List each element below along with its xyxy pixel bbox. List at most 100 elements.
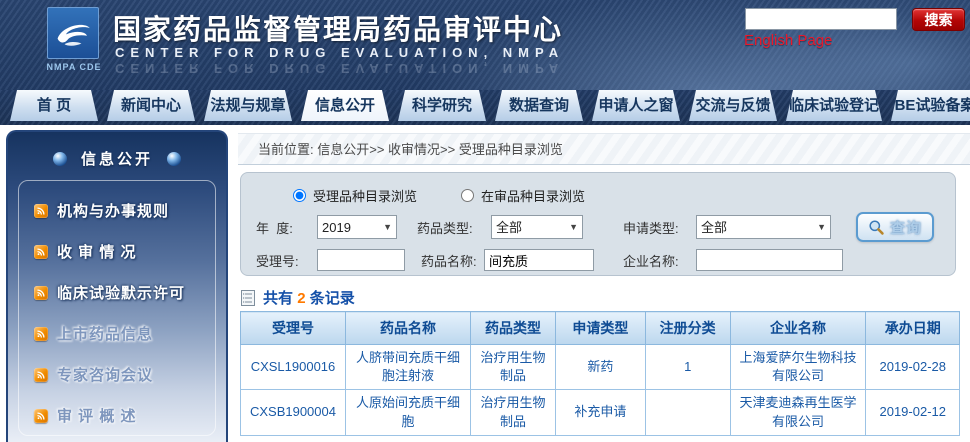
rss-icon <box>34 409 48 423</box>
query-button[interactable]: 查询 <box>856 212 934 242</box>
sidebar-item-label: 收 审 情 况 <box>57 241 137 262</box>
year-label: 年 度: <box>256 218 317 237</box>
table-header-cell: 企业名称 <box>730 312 866 345</box>
cell-drug-name: 人原始间充质干细胞 <box>345 390 470 435</box>
table-header-cell: 承办日期 <box>866 312 960 345</box>
sidebar-item[interactable]: 收 审 情 况 <box>19 231 215 272</box>
cell-reg-class: 1 <box>645 345 730 390</box>
nav-tab-label: 临床试验登记 <box>789 97 879 114</box>
sidebar-item-label: 临床试验默示许可 <box>57 282 185 303</box>
cell-drug-type: 治疗用生物制品 <box>471 390 556 435</box>
sidebar-menu: 机构与办事规则 收 审 情 况 <box>18 180 216 436</box>
sidebar: 信息公开 机构与办事规则 <box>6 130 228 442</box>
nav-tab[interactable]: 临床试验登记 <box>786 90 882 121</box>
apply-type-select-wrap: 全部 <box>696 215 831 239</box>
nav-tab[interactable]: 交流与反馈 <box>689 90 777 121</box>
table-row[interactable]: CXSB1900004 人原始间充质干细胞 治疗用生物制品 补充申请 天津麦迪森… <box>241 390 960 435</box>
cell-date: 2019-02-12 <box>866 390 960 435</box>
sidebar-item-label: 审 评 概 述 <box>57 405 137 426</box>
drug-name-input[interactable] <box>484 249 594 271</box>
rss-icon <box>34 286 48 300</box>
records-prefix: 共有 <box>263 290 293 307</box>
records-suffix: 条记录 <box>310 290 355 307</box>
cell-acceptance-no: CXSB1900004 <box>241 390 346 435</box>
nav-tab-label: BE试验备案平台 <box>895 97 970 114</box>
sidebar-item[interactable]: 专家咨询会议 <box>19 354 215 395</box>
year-select[interactable]: 2019 <box>317 215 397 239</box>
sidebar-item[interactable]: 上市药品信息 <box>19 313 215 354</box>
nav-tab[interactable]: 首 页 <box>10 90 98 121</box>
records-summary: 共有 2 条记录 <box>241 287 355 308</box>
table-body: CXSL1900016 人脐带间充质干细胞注射液 治疗用生物制品 新药 1 上海… <box>241 345 960 436</box>
nav-tab[interactable]: 科学研究 <box>398 90 486 121</box>
logo-caption: NMPA CDE <box>36 62 112 72</box>
header-search-button[interactable]: 搜索 <box>912 8 965 31</box>
sidebar-item[interactable]: 审 评 概 述 <box>19 395 215 436</box>
rss-icon <box>34 327 48 341</box>
nav-tab-label: 交流与反馈 <box>695 97 770 114</box>
cell-company: 天津麦迪森再生医学有限公司 <box>730 390 866 435</box>
header-search-input[interactable] <box>745 8 897 30</box>
acceptance-no-label: 受理号: <box>256 251 317 270</box>
cell-reg-class <box>645 390 730 435</box>
apply-type-select[interactable]: 全部 <box>696 215 831 239</box>
radio-inreview-label: 在审品种目录浏览 <box>481 186 585 205</box>
rss-icon <box>34 204 48 218</box>
table-header-cell: 申请类型 <box>555 312 645 345</box>
sidebar-item[interactable]: 机构与办事规则 <box>19 190 215 231</box>
swoosh-bird-icon <box>52 12 94 54</box>
records-count: 2 <box>297 290 305 307</box>
nav-tab-label: 数据查询 <box>509 97 569 114</box>
nav-tab[interactable]: 法规与规章 <box>204 90 292 121</box>
query-button-label: 查询 <box>890 217 922 238</box>
cell-date: 2019-02-28 <box>866 345 960 390</box>
nmpa-logo <box>47 7 99 59</box>
drug-type-label: 药品类型: <box>417 218 491 237</box>
sidebar-header: 信息公开 <box>8 148 226 169</box>
site-title: 国家药品监督管理局药品审评中心 <box>113 8 563 48</box>
catalog-radio-group: 受理品种目录浏览 在审品种目录浏览 <box>293 186 955 205</box>
radio-accepted-input[interactable] <box>293 189 306 202</box>
cell-acceptance-no: CXSL1900016 <box>241 345 346 390</box>
english-page-link[interactable]: English Page <box>744 32 832 49</box>
nav-tab[interactable]: 新闻中心 <box>107 90 195 121</box>
results-table: 受理号药品名称药品类型申请类型注册分类企业名称承办日期 CXSL1900016 … <box>240 311 960 436</box>
nav-tab[interactable]: 信息公开 <box>301 90 389 121</box>
breadcrumb: 当前位置: 信息公开>> 收审情况>> 受理品种目录浏览 <box>238 133 970 165</box>
site-subtitle: CENTER FOR DRUG EVALUATION, NMPA <box>115 45 564 60</box>
nav-tab[interactable]: 数据查询 <box>495 90 583 121</box>
table-header-cell: 受理号 <box>241 312 346 345</box>
sidebar-item-label: 上市药品信息 <box>57 323 153 344</box>
drug-type-select[interactable]: 全部 <box>491 215 583 239</box>
list-icon <box>241 290 255 306</box>
magnifier-icon <box>868 219 885 236</box>
table-row[interactable]: CXSL1900016 人脐带间充质干细胞注射液 治疗用生物制品 新药 1 上海… <box>241 345 960 390</box>
site-subtitle-reflection: CENTER FOR DRUG EVALUATION, NMPA <box>115 61 564 76</box>
nav-tab[interactable]: BE试验备案平台 <box>891 90 970 121</box>
table-header-row: 受理号药品名称药品类型申请类型注册分类企业名称承办日期 <box>241 312 960 345</box>
table-header-cell: 药品名称 <box>345 312 470 345</box>
radio-accepted-catalog[interactable]: 受理品种目录浏览 <box>293 186 417 205</box>
acceptance-no-input[interactable] <box>317 249 405 271</box>
cell-apply-type: 新药 <box>555 345 645 390</box>
table-header-cell: 注册分类 <box>645 312 730 345</box>
rss-icon <box>34 368 48 382</box>
radio-inreview-catalog[interactable]: 在审品种目录浏览 <box>461 186 585 205</box>
radio-inreview-input[interactable] <box>461 189 474 202</box>
company-label: 企业名称: <box>623 251 696 270</box>
company-input[interactable] <box>696 249 843 271</box>
site-header: NMPA CDE 国家药品监督管理局药品审评中心 CENTER FOR DRUG… <box>0 0 970 90</box>
filter-row-selects: 年 度: 2019 药品类型: 全部 申请类型: 全部 查询 <box>241 214 955 240</box>
main-nav: 首 页 新闻中心 法规与规章 信息公开 科学研究 数据查询 申请人之窗 交流与反… <box>0 90 970 125</box>
radio-accepted-label: 受理品种目录浏览 <box>313 186 417 205</box>
sidebar-title: 信息公开 <box>81 148 153 169</box>
cell-company: 上海爱萨尔生物科技有限公司 <box>730 345 866 390</box>
cell-apply-type: 补充申请 <box>555 390 645 435</box>
filter-row-inputs: 受理号: 药品名称: 企业名称: <box>241 248 955 272</box>
nav-tab-label: 新闻中心 <box>121 97 181 114</box>
sidebar-item[interactable]: 临床试验默示许可 <box>19 272 215 313</box>
sphere-icon <box>167 152 181 166</box>
cell-drug-type: 治疗用生物制品 <box>471 345 556 390</box>
nav-tab[interactable]: 申请人之窗 <box>592 90 680 121</box>
filter-panel: 受理品种目录浏览 在审品种目录浏览 年 度: 2019 药品类型: 全部 申请类… <box>240 172 956 276</box>
